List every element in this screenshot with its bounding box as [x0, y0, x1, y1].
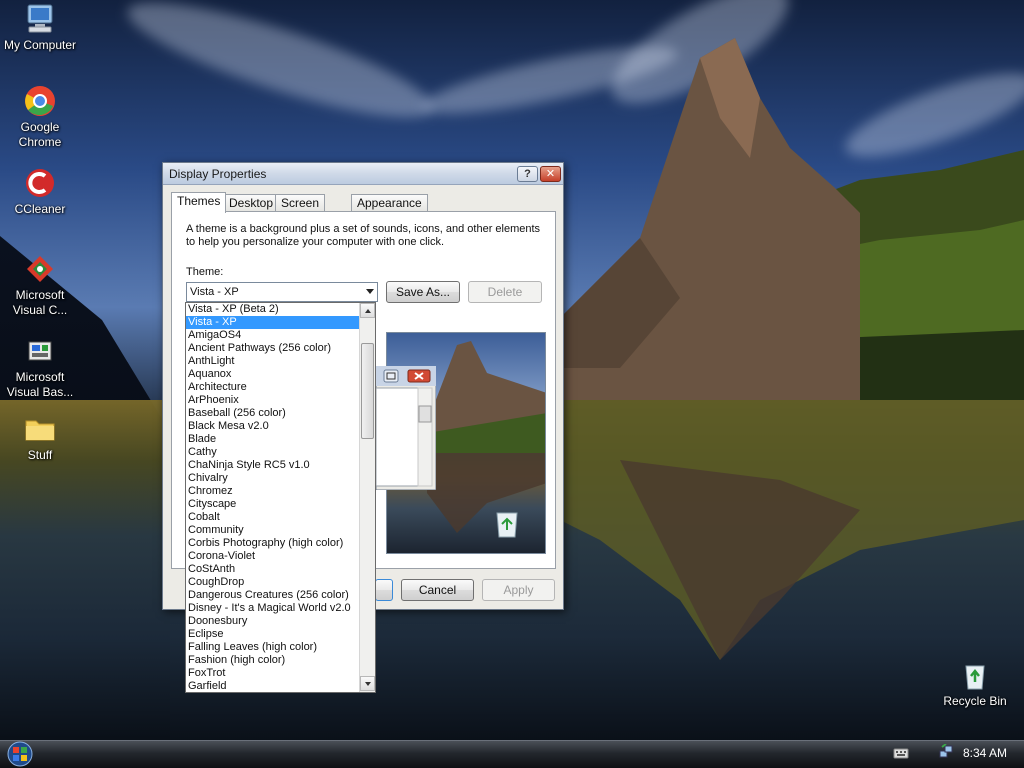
desktop-icon-label: CCleaner: [14, 202, 66, 216]
start-button[interactable]: [3, 741, 37, 767]
theme-description: A theme is a background plus a set of so…: [186, 223, 541, 248]
title-bar[interactable]: Display Properties ? ✕: [163, 163, 563, 185]
ok-button[interactable]: OK: [375, 579, 393, 601]
chrome-icon: [25, 86, 55, 116]
theme-option[interactable]: FoxTrot: [186, 667, 360, 680]
tab-themes[interactable]: Themes: [171, 192, 227, 213]
desktop-icon-label: Google Chrome: [18, 120, 62, 149]
visual-studio-icon: [27, 256, 53, 282]
desktop-icon-ccleaner[interactable]: CCleaner: [0, 166, 80, 217]
theme-option[interactable]: Baseball (256 color): [186, 407, 360, 420]
tab-desktop[interactable]: Desktop: [223, 194, 280, 212]
theme-dropdown-list[interactable]: Vista - XP (Beta 2) Vista - XP AmigaOS4 Anc…: [185, 302, 376, 693]
theme-option[interactable]: Community: [186, 524, 360, 537]
theme-option[interactable]: Blade: [186, 433, 360, 446]
theme-option[interactable]: Doonesbury: [186, 615, 360, 628]
folder-icon: [25, 420, 55, 441]
computer-icon: [27, 4, 53, 33]
theme-option[interactable]: Aquanox: [186, 368, 360, 381]
theme-option[interactable]: ChaNinja Style RC5 v1.0: [186, 459, 360, 472]
theme-option[interactable]: Corbis Photography (high color): [186, 537, 360, 550]
chevron-down-icon: [365, 682, 371, 686]
scroll-up-button[interactable]: [360, 303, 375, 318]
desktop-icon-visual-c[interactable]: Microsoft Visual C...: [0, 252, 80, 318]
tab-appearance[interactable]: Appearance: [351, 194, 428, 212]
desktop-icon-google-chrome[interactable]: Google Chrome: [0, 84, 80, 150]
dropdown-scrollbar[interactable]: [359, 303, 375, 692]
help-button[interactable]: ?: [517, 166, 538, 182]
delete-button[interactable]: Delete: [468, 281, 542, 303]
theme-option[interactable]: Vista - XP: [186, 316, 360, 329]
theme-option[interactable]: Black Mesa v2.0: [186, 420, 360, 433]
theme-option[interactable]: CoughDrop: [186, 576, 360, 589]
desktop-icon-label: Microsoft Visual C...: [12, 288, 68, 317]
theme-option[interactable]: Fashion (high color): [186, 654, 360, 667]
theme-option[interactable]: AnthLight: [186, 355, 360, 368]
chevron-down-icon: [366, 289, 374, 294]
desktop-icon-label: Microsoft Visual Bas...: [6, 370, 74, 399]
theme-option[interactable]: Chivalry: [186, 472, 360, 485]
theme-label: Theme:: [186, 266, 224, 278]
mountain-peak: [560, 38, 860, 408]
network-icon[interactable]: [938, 744, 954, 760]
theme-option[interactable]: CoStAnth: [186, 563, 360, 576]
theme-option[interactable]: Corona-Violet: [186, 550, 360, 563]
tab-screen-saver[interactable]: Screen Saver: [275, 194, 326, 226]
apply-button[interactable]: Apply: [482, 579, 555, 601]
preview-window: [376, 366, 436, 490]
save-as-button[interactable]: Save As...: [386, 281, 460, 303]
theme-option[interactable]: Cobalt: [186, 511, 360, 524]
desktop-icon-label: Stuff: [27, 448, 53, 462]
theme-option[interactable]: Vista - XP (Beta 2): [186, 303, 360, 316]
cloud: [118, 0, 442, 138]
chevron-up-icon: [365, 309, 371, 313]
desktop-icon-label: My Computer: [3, 38, 77, 52]
ccleaner-icon: [26, 169, 54, 197]
taskbar: [0, 740, 1024, 768]
close-button[interactable]: ✕: [540, 166, 561, 182]
cancel-button[interactable]: Cancel: [401, 579, 474, 601]
desktop-icon-visual-basic[interactable]: Microsoft Visual Bas...: [0, 334, 80, 400]
theme-option[interactable]: Cityscape: [186, 498, 360, 511]
theme-option[interactable]: Ancient Pathways (256 color): [186, 342, 360, 355]
theme-option[interactable]: Eclipse: [186, 628, 360, 641]
theme-option[interactable]: Disney - It's a Magical World v2.0: [186, 602, 360, 615]
desktop-icon-recycle-bin[interactable]: Recycle Bin: [935, 658, 1015, 709]
recycle-bin-icon: [496, 512, 518, 538]
desktop-icon-label: Recycle Bin: [943, 694, 1007, 708]
theme-option[interactable]: Falling Leaves (high color): [186, 641, 360, 654]
desktop-icon-my-computer[interactable]: My Computer: [0, 2, 80, 53]
clock[interactable]: 8:34 AM: [963, 746, 1007, 760]
theme-options: Vista - XP (Beta 2) Vista - XP AmigaOS4 Anc…: [186, 303, 360, 692]
theme-select[interactable]: Vista - XP: [186, 282, 378, 302]
theme-option[interactable]: Chromez: [186, 485, 360, 498]
theme-option[interactable]: Architecture: [186, 381, 360, 394]
theme-option[interactable]: Dangerous Creatures (256 color): [186, 589, 360, 602]
theme-select-value: Vista - XP: [190, 286, 239, 298]
desktop-icon-stuff[interactable]: Stuff: [0, 412, 80, 463]
keyboard-icon[interactable]: [893, 746, 909, 760]
theme-option[interactable]: AmigaOS4: [186, 329, 360, 342]
scrollbar-thumb[interactable]: [361, 343, 374, 439]
visual-basic-icon: [28, 341, 52, 361]
theme-option[interactable]: ArPhoenix: [186, 394, 360, 407]
window-title: Display Properties: [169, 167, 267, 181]
theme-option[interactable]: Garfield: [186, 680, 360, 692]
theme-option[interactable]: Cathy: [186, 446, 360, 459]
recycle-bin-icon: [965, 665, 985, 690]
scroll-down-button[interactable]: [360, 676, 375, 691]
